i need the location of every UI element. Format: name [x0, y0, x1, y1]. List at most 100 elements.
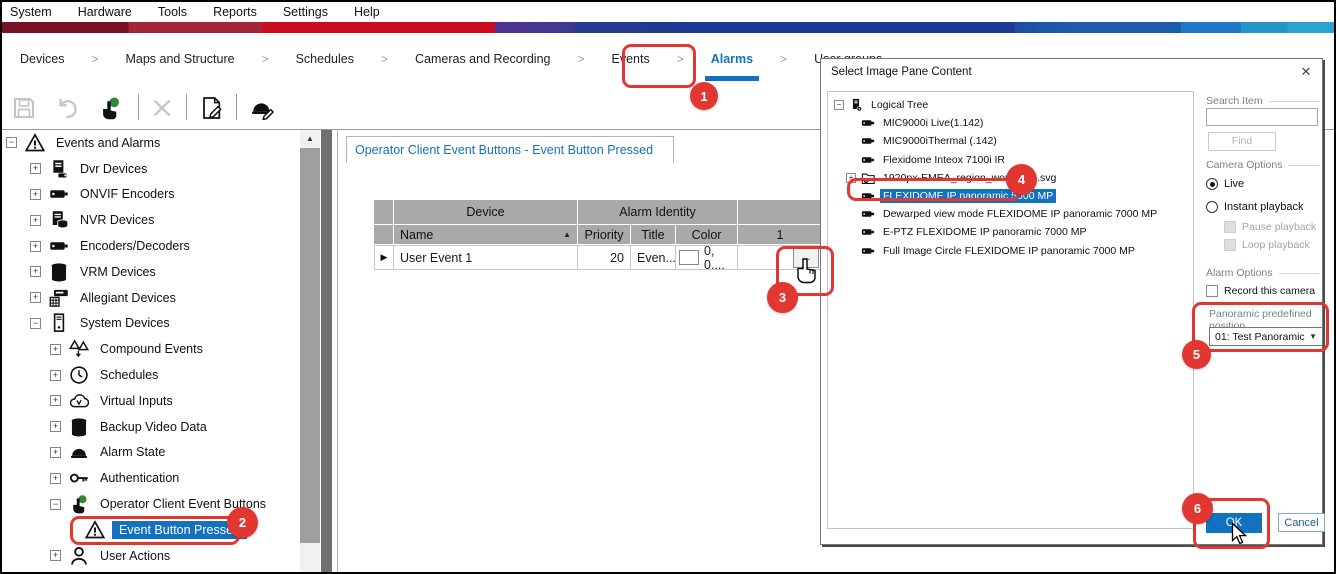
tree-item-mic9000ithermal-142[interactable]: MIC9000iThermal (.142): [828, 132, 1193, 150]
tree-item-operator-client-event-buttons[interactable]: −Operator Client Event Buttons: [2, 491, 300, 517]
cancel-button[interactable]: Cancel: [1278, 513, 1325, 532]
row-selector-cell[interactable]: ▶: [374, 245, 394, 270]
panel-splitter[interactable]: [321, 130, 332, 572]
expand-icon[interactable]: +: [30, 266, 41, 277]
tree-item-allegiant-devices[interactable]: +Allegiant Devices: [2, 285, 300, 311]
tree-item-onvif-encoders[interactable]: +ONVIF Encoders: [2, 182, 300, 208]
search-input[interactable]: [1206, 108, 1318, 126]
tree-item-authentication[interactable]: +Authentication: [2, 465, 300, 491]
tree-item-flexidome-ip-panoramic-5000-mp[interactable]: FLEXIDOME IP panoramic 5000 MP: [828, 187, 1193, 205]
cell-name[interactable]: User Event 1: [394, 245, 578, 270]
tree-item-compound-events[interactable]: + Compound Events: [2, 336, 300, 362]
close-icon[interactable]: ✕: [1298, 64, 1314, 80]
tab-alarms[interactable]: Alarms: [711, 33, 753, 85]
tree-item-backup-video-data[interactable]: +Backup Video Data: [2, 414, 300, 440]
find-button[interactable]: Find: [1208, 132, 1276, 151]
expand-icon[interactable]: +: [50, 344, 61, 355]
collapse-icon[interactable]: −: [50, 499, 61, 510]
group-header-device[interactable]: Device: [394, 200, 578, 225]
tree-item-user-actions[interactable]: +User Actions: [2, 543, 300, 569]
tree-item-nvr-devices[interactable]: +NVR Devices: [2, 207, 300, 233]
menu-settings[interactable]: Settings: [283, 5, 328, 19]
instant-playback-radio[interactable]: Instant playback: [1206, 201, 1304, 213]
menu-hardware[interactable]: Hardware: [78, 5, 132, 19]
column-header-name[interactable]: Name ▲: [394, 225, 578, 245]
loop-playback-checkbox: Loop playback: [1224, 239, 1310, 251]
expand-icon[interactable]: +: [30, 189, 41, 200]
camera-icon: [860, 134, 875, 149]
ok-button[interactable]: OK: [1206, 513, 1262, 533]
menu-help[interactable]: Help: [354, 5, 380, 19]
expand-icon[interactable]: +: [846, 173, 856, 183]
tab-events[interactable]: Events: [612, 33, 650, 85]
scroll-up-icon[interactable]: ▲: [300, 130, 320, 148]
content-tab[interactable]: Operator Client Event Buttons - Event Bu…: [346, 136, 674, 163]
menu-system[interactable]: System: [10, 5, 52, 19]
tab-devices[interactable]: Devices: [20, 33, 64, 85]
column-header-title[interactable]: Title: [631, 225, 676, 245]
tree-item-vrm-devices[interactable]: +VRM Devices: [2, 259, 300, 285]
collapse-icon[interactable]: −: [30, 318, 41, 329]
edit-alarm-icon[interactable]: [248, 94, 276, 122]
scrollbar-thumb[interactable]: [300, 148, 320, 543]
event-button-icon[interactable]: [96, 94, 124, 122]
table-row[interactable]: ▶ User Event 1 20 Even... 0, 0,... ...: [374, 245, 831, 270]
collapse-icon[interactable]: −: [834, 100, 844, 110]
tree-item-label: Full Image Circle FLEXIDOME IP panoramic…: [880, 244, 1138, 258]
tab-cameras-and-recording[interactable]: Cameras and Recording: [415, 33, 551, 85]
tree-item-events-and-alarms[interactable]: −Events and Alarms: [2, 130, 300, 156]
edit-document-icon[interactable]: [198, 94, 226, 122]
expand-icon[interactable]: +: [30, 292, 41, 303]
column-header-color[interactable]: Color: [676, 225, 738, 245]
expand-icon[interactable]: +: [50, 447, 61, 458]
tree-item-label: 1920px-EMEA_region_worldmap.svg: [880, 171, 1059, 185]
tree-item-event-button-pressed[interactable]: Event Button Pressed: [2, 517, 300, 543]
tree-item-virtual-inputs[interactable]: +Virtual Inputs: [2, 388, 300, 414]
tree-item-full-image-circle-flexidome-ip-panoramic-7000-mp[interactable]: Full Image Circle FLEXIDOME IP panoramic…: [828, 242, 1193, 260]
tree-item-1920px-emea-region-worldmap-svg[interactable]: +1920px-EMEA_region_worldmap.svg: [828, 169, 1193, 187]
radio-unselected-icon[interactable]: [1206, 201, 1218, 213]
expand-icon[interactable]: +: [30, 215, 41, 226]
panoramic-position-dropdown[interactable]: 01: Test Panoramic ▼: [1209, 327, 1323, 346]
tree-item-logical-tree[interactable]: −Logical Tree: [828, 96, 1193, 114]
tree-item-e-ptz-flexidome-ip-panoramic-7000-mp[interactable]: E-PTZ FLEXIDOME IP panoramic 7000 MP: [828, 223, 1193, 241]
record-this-camera-label: Record this camera: [1224, 285, 1315, 297]
tree-item-dvr-devices[interactable]: + Dvr Devices: [2, 156, 300, 182]
tree-scrollbar[interactable]: ▲: [300, 130, 320, 572]
cell-priority[interactable]: 20: [578, 245, 631, 270]
tab-schedules[interactable]: Schedules: [296, 33, 354, 85]
tree-item-dewarped-view-mode-flexidome-ip-panoramic-7000-mp[interactable]: Dewarped view mode FLEXIDOME IP panorami…: [828, 205, 1193, 223]
tree-item-label: Compound Events: [96, 340, 207, 358]
menu-tools[interactable]: Tools: [158, 5, 187, 19]
cell-color[interactable]: 0, 0,...: [676, 245, 738, 270]
tree-item-alarm-state[interactable]: +Alarm State: [2, 440, 300, 466]
expand-icon[interactable]: +: [50, 550, 61, 561]
tree-item-schedules[interactable]: +Schedules: [2, 362, 300, 388]
expand-icon[interactable]: +: [30, 163, 41, 174]
tree-item-mic9000i-live-1-142[interactable]: MIC9000i Live(1.142): [828, 114, 1193, 132]
expand-icon[interactable]: +: [30, 241, 41, 252]
record-this-camera-checkbox[interactable]: Record this camera: [1206, 285, 1315, 297]
tree-item-encoders-decoders[interactable]: +Encoders/Decoders: [2, 233, 300, 259]
cell-title[interactable]: Even...: [631, 245, 676, 270]
expand-icon[interactable]: +: [50, 370, 61, 381]
radio-selected-icon[interactable]: [1206, 178, 1218, 190]
cell-camera-1[interactable]: ...: [738, 245, 823, 270]
tree-item-system-devices[interactable]: −System Devices: [2, 311, 300, 337]
browse-camera-button[interactable]: ...: [793, 248, 819, 268]
expand-icon[interactable]: +: [50, 395, 61, 406]
expand-icon[interactable]: +: [50, 473, 61, 484]
checkbox-unchecked-icon[interactable]: [1206, 285, 1218, 297]
tab-maps-and-structure[interactable]: Maps and Structure: [125, 33, 234, 85]
column-header-1[interactable]: 1: [738, 225, 823, 245]
color-swatch[interactable]: [679, 250, 699, 265]
menu-reports[interactable]: Reports: [213, 5, 257, 19]
live-radio[interactable]: Live: [1206, 178, 1244, 190]
expand-icon[interactable]: +: [50, 421, 61, 432]
group-header-1[interactable]: [738, 200, 831, 225]
column-header-priority[interactable]: Priority: [578, 225, 631, 245]
tree-item-label: Dvr Devices: [76, 160, 151, 178]
collapse-icon[interactable]: −: [6, 137, 17, 148]
tree-item-flexidome-inteox-7100i-ir[interactable]: Flexidome Inteox 7100i IR: [828, 151, 1193, 169]
group-header-alarm-identity[interactable]: Alarm Identity: [578, 200, 738, 225]
